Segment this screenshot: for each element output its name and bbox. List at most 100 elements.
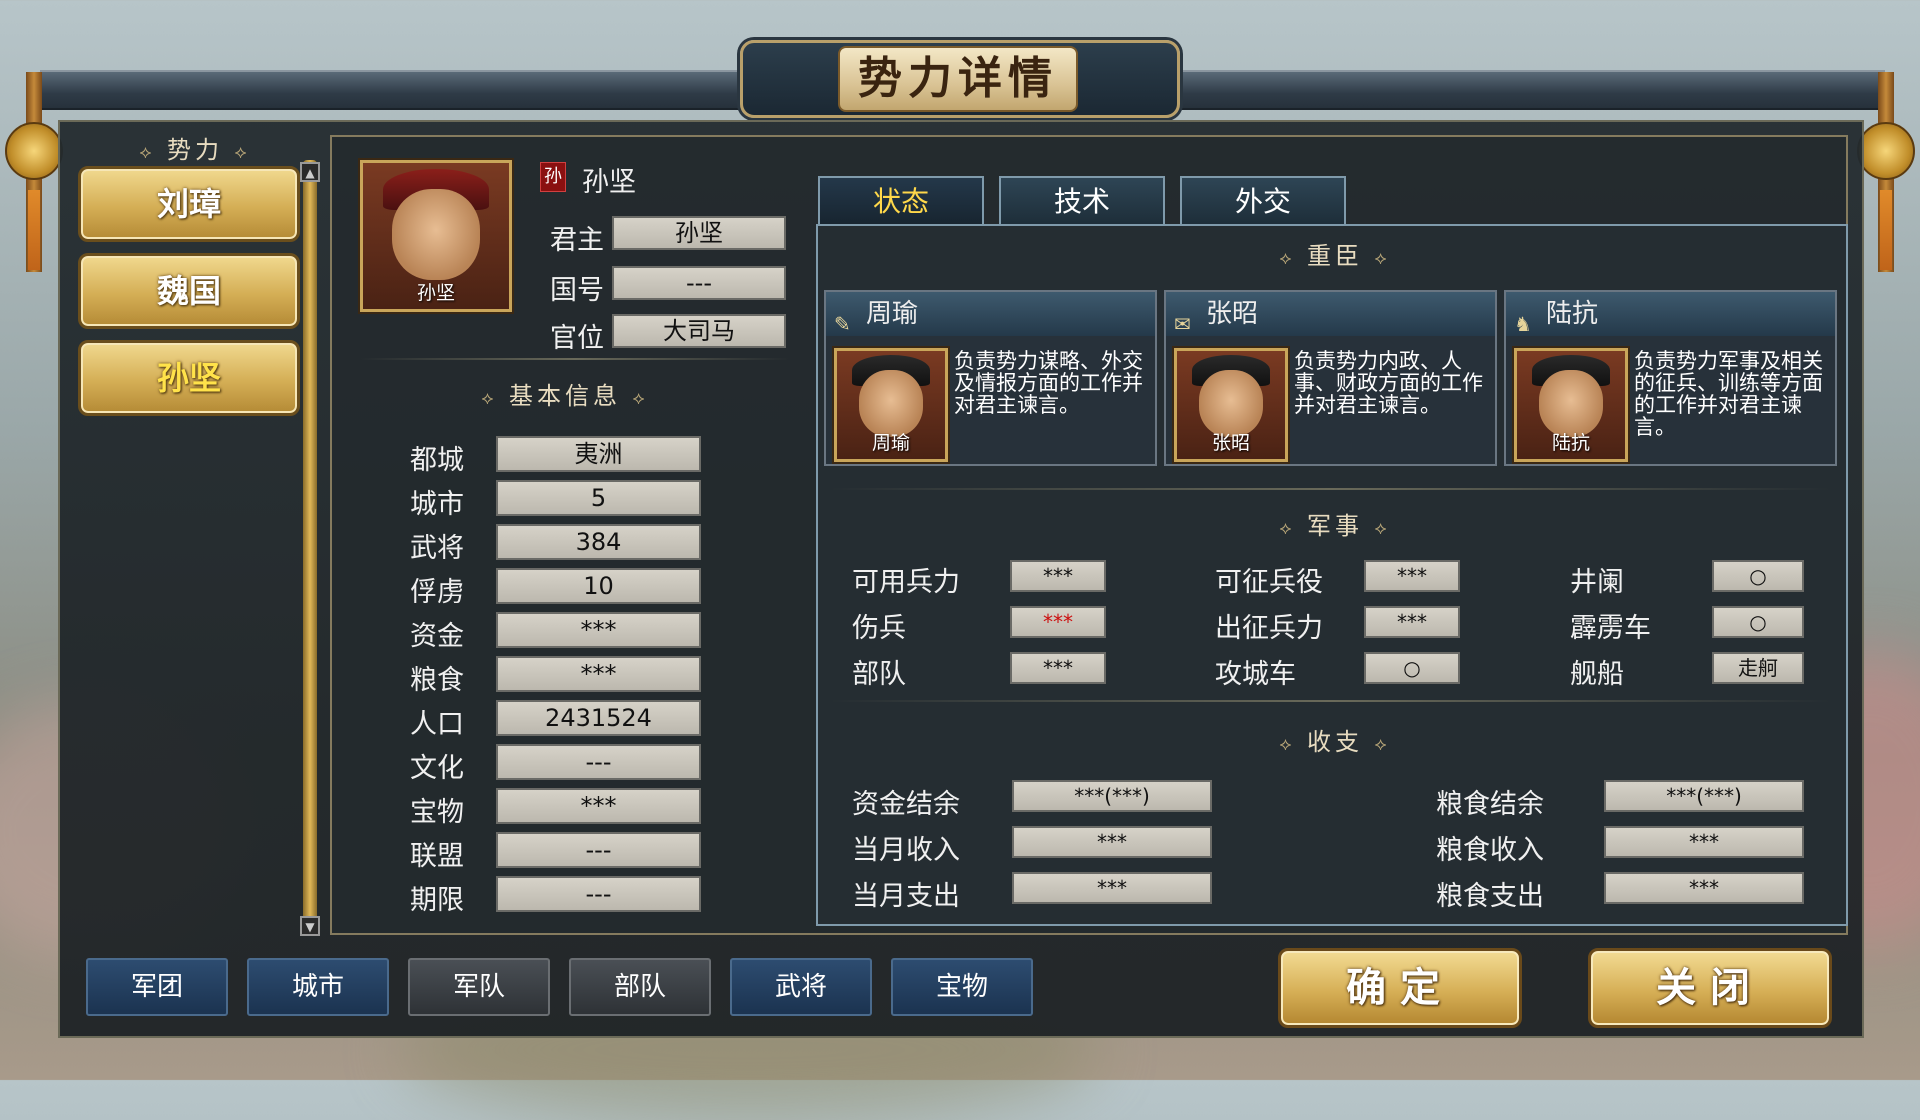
- finance-value: ***: [1012, 872, 1212, 904]
- basic-info-label: 城市: [410, 489, 464, 520]
- basic-info-value: 夷洲: [496, 436, 701, 472]
- divider: [360, 358, 790, 360]
- military-value: ***: [1010, 652, 1106, 684]
- medallion-left-icon: [5, 122, 63, 180]
- divider: [830, 700, 1830, 702]
- basic-info-value: 384: [496, 524, 701, 560]
- minister-portrait-name: 张昭: [1211, 432, 1250, 454]
- country-label: 国号: [550, 275, 604, 306]
- finance-value: ***: [1604, 826, 1804, 858]
- lord-value: 孙坚: [612, 216, 786, 250]
- scroll-down-icon[interactable]: ▼: [300, 916, 320, 936]
- minister-card[interactable]: ✉ 张昭 张昭 负责势力内政、人事、财政方面的工作并对君主谏言。: [1164, 290, 1497, 466]
- minister-portrait: 陆抗: [1514, 348, 1628, 462]
- finance-label: 粮食结余: [1436, 789, 1544, 820]
- basic-info-label: 宝物: [410, 797, 464, 828]
- faction-emblem-icon: 孙: [540, 162, 566, 192]
- basic-info-value: 2431524: [496, 700, 701, 736]
- faction-item-sunjian[interactable]: 孙坚: [78, 340, 300, 416]
- ministers-title: ⟡ 重臣 ⟡: [1279, 242, 1391, 270]
- feather-icon: ✎: [834, 312, 851, 336]
- minister-card[interactable]: ✎ 周瑜 周瑜 负责势力谋略、外交及情报方面的工作并对君主谏言。: [824, 290, 1157, 466]
- finance-value: ***: [1604, 872, 1804, 904]
- divider: [830, 488, 1830, 490]
- basic-info-value: 10: [496, 568, 701, 604]
- minister-header: ✎ 周瑜: [826, 292, 1155, 336]
- military-value: ○: [1364, 652, 1460, 684]
- military-title: ⟡ 军事 ⟡: [1279, 512, 1391, 540]
- minister-portrait: 张昭: [1174, 348, 1288, 462]
- military-value: ***: [1010, 606, 1106, 638]
- basic-info-label: 资金: [410, 621, 464, 652]
- military-label: 出征兵力: [1215, 613, 1323, 644]
- military-label: 伤兵: [852, 613, 906, 644]
- minister-card[interactable]: ♞ 陆抗 陆抗 负责势力军事及相关的征兵、训练等方面的工作并对君主谏言。: [1504, 290, 1837, 466]
- bottom-tab[interactable]: 武将: [730, 958, 872, 1016]
- confirm-button[interactable]: 确定: [1278, 948, 1522, 1028]
- military-label: 井阑: [1570, 567, 1624, 598]
- rank-label: 官位: [550, 323, 604, 354]
- finance-value: ***: [1012, 826, 1212, 858]
- minister-description: 负责势力内政、人事、财政方面的工作并对君主谏言。: [1294, 349, 1483, 417]
- military-value: ***: [1364, 606, 1460, 638]
- tab-technology[interactable]: 技术: [999, 176, 1165, 226]
- basic-info-label: 人口: [410, 709, 464, 740]
- rank-value: 大司马: [612, 314, 786, 348]
- sidebar-header: ⟡ 势力 ⟡: [139, 136, 251, 164]
- military-label: 攻城车: [1215, 659, 1296, 690]
- window-title: 势力详情: [838, 46, 1078, 112]
- military-value: 走舸: [1712, 652, 1804, 684]
- bottom-tab[interactable]: 城市: [247, 958, 389, 1016]
- basic-info-label: 俘虏: [410, 577, 464, 608]
- tab-status[interactable]: 状态: [818, 176, 984, 226]
- military-value: ○: [1712, 606, 1804, 638]
- finance-label: 粮食支出: [1436, 881, 1544, 912]
- minister-name: 张昭: [1206, 299, 1259, 329]
- lord-label: 君主: [550, 225, 604, 256]
- minister-name: 周瑜: [866, 299, 919, 329]
- bottom-tab[interactable]: 宝物: [891, 958, 1033, 1016]
- tassel-right-icon: [1880, 190, 1892, 270]
- basic-info-value: ---: [496, 876, 701, 912]
- military-value: ○: [1712, 560, 1804, 592]
- basic-info-value: ***: [496, 656, 701, 692]
- finance-label: 资金结余: [852, 789, 960, 820]
- faction-item-weiguo[interactable]: 魏国: [78, 253, 300, 329]
- minister-portrait-name: 周瑜: [871, 432, 910, 454]
- military-value: ***: [1010, 560, 1106, 592]
- basic-info-label: 文化: [410, 753, 464, 784]
- finance-value: ***(***): [1604, 780, 1804, 812]
- basic-info-label: 期限: [410, 885, 464, 916]
- basic-info-label: 都城: [410, 445, 464, 476]
- faction-item-liuzhang[interactable]: 刘璋: [78, 166, 300, 242]
- military-label: 舰船: [1570, 659, 1624, 690]
- basic-info-value: ***: [496, 788, 701, 824]
- close-button[interactable]: 关闭: [1588, 948, 1832, 1028]
- military-value: ***: [1364, 560, 1460, 592]
- tab-diplomacy[interactable]: 外交: [1180, 176, 1346, 226]
- military-label: 可用兵力: [852, 567, 960, 598]
- horse-icon: ♞: [1514, 312, 1532, 336]
- sidebar-scrollbar[interactable]: [303, 160, 317, 930]
- military-label: 部队: [852, 659, 906, 690]
- bottom-tab[interactable]: 部队: [569, 958, 711, 1016]
- basic-info-value: ---: [496, 832, 701, 868]
- scroll-up-icon[interactable]: ▲: [300, 162, 320, 182]
- military-label: 可征兵役: [1215, 567, 1323, 598]
- minister-header: ✉ 张昭: [1166, 292, 1495, 336]
- scroll-icon: ✉: [1174, 312, 1191, 336]
- tassel-left-icon: [28, 190, 40, 270]
- leader-portrait: 孙坚: [360, 160, 512, 312]
- minister-portrait-name: 陆抗: [1551, 432, 1590, 454]
- basic-info-label: 武将: [410, 533, 464, 564]
- finance-label: 当月支出: [852, 881, 960, 912]
- country-value: ---: [612, 266, 786, 300]
- basic-info-title: ⟡ 基本信息 ⟡: [481, 382, 649, 410]
- minister-header: ♞ 陆抗: [1506, 292, 1835, 336]
- bottom-tab[interactable]: 军团: [86, 958, 228, 1016]
- minister-name: 陆抗: [1546, 299, 1599, 329]
- finance-label: 当月收入: [852, 835, 960, 866]
- minister-description: 负责势力军事及相关的征兵、训练等方面的工作并对君主谏言。: [1634, 349, 1823, 439]
- basic-info-label: 联盟: [410, 841, 464, 872]
- bottom-tab[interactable]: 军队: [408, 958, 550, 1016]
